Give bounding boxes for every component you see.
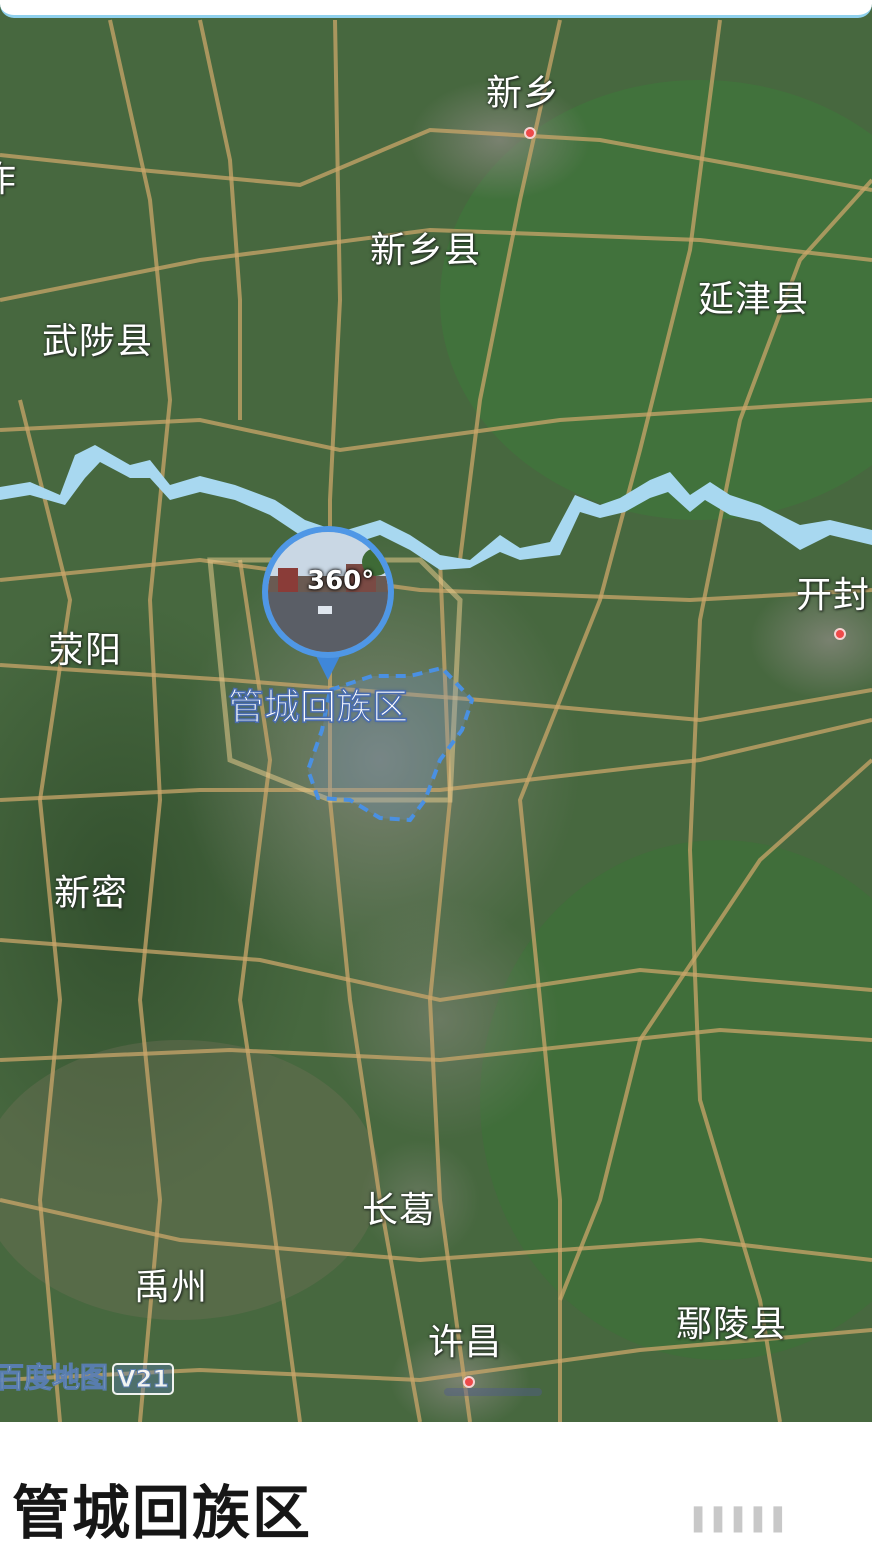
panorama-badge[interactable]: 360° <box>307 566 374 596</box>
city-marker-icon[interactable] <box>524 127 536 139</box>
place-label[interactable]: 许昌 <box>428 1325 502 1361</box>
selected-district-label[interactable]: 管城回族区 <box>227 689 409 727</box>
map-view[interactable]: 新乡 新乡县 延津县 武陟县 开封 荥阳 新密 长葛 禹州 许昌 鄢陵县 作 3… <box>0 0 872 1422</box>
place-label[interactable]: 新乡县 <box>370 233 481 269</box>
watermark-brand: 百度地图 <box>0 1361 109 1395</box>
place-label-cut: 作 <box>0 162 17 198</box>
place-label[interactable]: 武陟县 <box>42 324 153 360</box>
panorama-marker-icon[interactable] <box>258 524 398 684</box>
place-label[interactable]: 长葛 <box>362 1193 436 1229</box>
place-label[interactable]: 新密 <box>54 876 128 912</box>
watermark-version: V21 <box>112 1363 174 1395</box>
map-watermark: 百度地图 V21 <box>0 1356 174 1396</box>
drag-handle[interactable] <box>444 1388 542 1396</box>
place-title: 管城回族区 <box>12 1479 313 1547</box>
place-label[interactable]: 荥阳 <box>48 633 122 669</box>
place-label[interactable]: 鄢陵县 <box>676 1307 787 1343</box>
place-label[interactable]: 新乡 <box>486 76 560 112</box>
place-label[interactable]: 禹州 <box>134 1270 208 1306</box>
place-label[interactable]: 开封 <box>796 578 870 614</box>
top-bar <box>0 0 872 18</box>
place-label[interactable]: 延津县 <box>698 282 809 318</box>
city-marker-icon[interactable] <box>834 628 846 640</box>
footer-glyphs: ▌▌▌▌▌ <box>694 1508 794 1533</box>
city-marker-icon[interactable] <box>463 1376 475 1388</box>
